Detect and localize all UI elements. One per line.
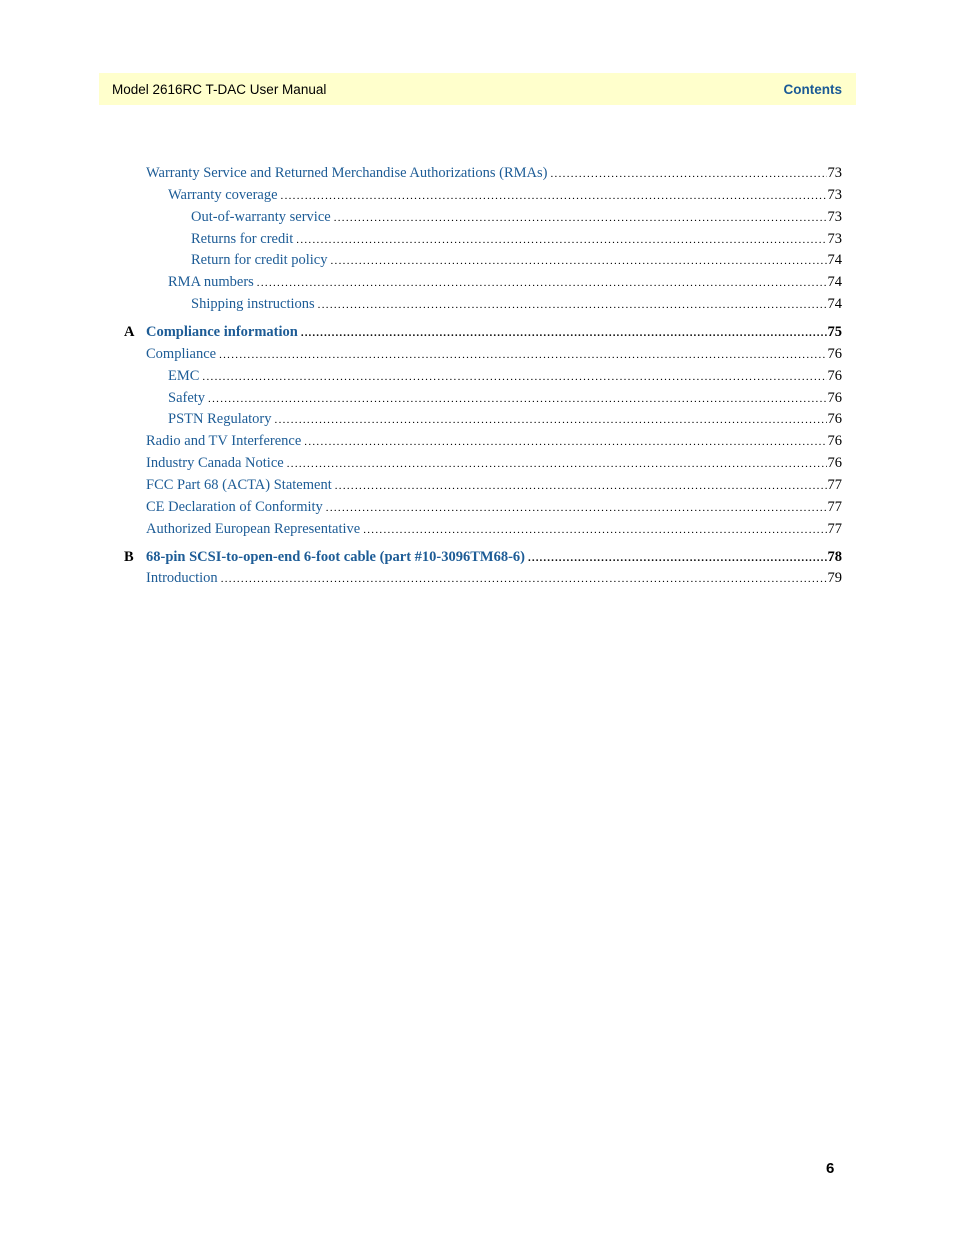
toc-entry-page[interactable]: 76 — [828, 432, 843, 450]
toc-entry-page[interactable]: 73 — [828, 186, 843, 204]
leader-dots: ........................................… — [334, 480, 827, 492]
toc-entry-page[interactable]: 76 — [828, 410, 843, 428]
toc-entry-page[interactable]: 74 — [828, 251, 843, 269]
toc-entry[interactable]: Industry Canada Notice .................… — [146, 454, 842, 473]
toc-entry-label[interactable]: Introduction — [146, 569, 218, 587]
toc-entry-page[interactable]: 73 — [828, 208, 843, 226]
toc-entry[interactable]: Safety .................................… — [168, 389, 842, 408]
toc-entry-page[interactable]: 73 — [828, 164, 843, 182]
toc-entry[interactable]: Warranty Service and Returned Merchandis… — [146, 164, 842, 183]
leader-dots: ........................................… — [202, 371, 827, 383]
leader-dots: ........................................… — [280, 190, 827, 202]
toc-entry[interactable]: Shipping instructions ..................… — [191, 295, 842, 314]
toc-entry[interactable]: Returns for credit .....................… — [191, 230, 842, 249]
appendix-letter: A — [124, 324, 135, 340]
leader-dots: ........................................… — [219, 349, 827, 361]
toc-entry[interactable]: Return for credit policy ...............… — [191, 251, 842, 270]
toc-entry[interactable]: EMC ....................................… — [168, 367, 842, 386]
toc-entry-label[interactable]: Out-of-warranty service — [191, 208, 331, 226]
toc-entry-page[interactable]: 78 — [828, 548, 843, 566]
leader-dots: ........................................… — [296, 234, 827, 246]
leader-dots: ........................................… — [550, 168, 827, 180]
toc-entry-label[interactable]: Safety — [168, 389, 205, 407]
leader-dots: ........................................… — [330, 255, 827, 267]
toc-entry-page[interactable]: 79 — [828, 569, 843, 587]
toc-entry-page[interactable]: 76 — [828, 454, 843, 472]
leader-dots: ........................................… — [286, 458, 827, 470]
toc-entry-page[interactable]: 77 — [828, 520, 843, 538]
running-header: Model 2616RC T-DAC User Manual Contents — [99, 73, 856, 105]
toc-entry[interactable]: FCC Part 68 (ACTA) Statement ...........… — [146, 476, 842, 495]
toc-entry-page[interactable]: 73 — [828, 230, 843, 248]
toc-entry-label[interactable]: PSTN Regulatory — [168, 410, 272, 428]
page-number: 6 — [826, 1160, 835, 1177]
toc-entry-page[interactable]: 76 — [828, 367, 843, 385]
toc-entry[interactable]: PSTN Regulatory ........................… — [168, 410, 842, 429]
toc-entry-page[interactable]: 74 — [828, 295, 843, 313]
leader-dots: ........................................… — [208, 393, 827, 405]
toc-entry[interactable]: Introduction ...........................… — [146, 569, 842, 588]
toc-entry-page[interactable]: 75 — [828, 323, 843, 341]
toc-entry[interactable]: RMA numbers ............................… — [168, 273, 842, 292]
leader-dots: ........................................… — [528, 552, 827, 564]
toc-appendix-entry[interactable]: Compliance information .................… — [146, 323, 842, 342]
toc-entry[interactable]: Warranty coverage ......................… — [168, 186, 842, 205]
toc-entry-page[interactable]: 77 — [828, 476, 843, 494]
section-name: Contents — [783, 81, 843, 97]
leader-dots: ........................................… — [317, 299, 827, 311]
leader-dots: ........................................… — [325, 502, 827, 514]
appendix-letter: B — [124, 549, 134, 565]
toc-entry-page[interactable]: 74 — [828, 273, 843, 291]
toc-entry-label[interactable]: Return for credit policy — [191, 251, 328, 269]
leader-dots: ........................................… — [363, 524, 827, 536]
toc-entry-label[interactable]: Compliance information — [146, 323, 298, 341]
toc-entry-label[interactable]: Industry Canada Notice — [146, 454, 284, 472]
toc-entry-label[interactable]: Shipping instructions — [191, 295, 315, 313]
toc-entry-label[interactable]: Warranty coverage — [168, 186, 278, 204]
toc-entry[interactable]: Compliance .............................… — [146, 345, 842, 364]
leader-dots: ........................................… — [256, 277, 827, 289]
toc-entry-page[interactable]: 76 — [828, 345, 843, 363]
toc-appendix-entry[interactable]: 68-pin SCSI-to-open-end 6-foot cable (pa… — [146, 548, 842, 567]
toc-entry-label[interactable]: Warranty Service and Returned Merchandis… — [146, 164, 548, 182]
toc-entry-label[interactable]: CE Declaration of Conformity — [146, 498, 323, 516]
leader-dots: ........................................… — [304, 436, 827, 448]
toc-entry[interactable]: Radio and TV Interference ..............… — [146, 432, 842, 451]
toc-entry[interactable]: CE Declaration of Conformity ...........… — [146, 498, 842, 517]
manual-title: Model 2616RC T-DAC User Manual — [112, 81, 327, 97]
toc-entry-label[interactable]: Radio and TV Interference — [146, 432, 301, 450]
toc-entry-page[interactable]: 77 — [828, 498, 843, 516]
leader-dots: ........................................… — [300, 327, 827, 339]
toc-entry-label[interactable]: RMA numbers — [168, 273, 254, 291]
leader-dots: ........................................… — [274, 414, 827, 426]
toc-entry[interactable]: Out-of-warranty service ................… — [191, 208, 842, 227]
toc-entry-label[interactable]: Returns for credit — [191, 230, 293, 248]
toc-entry-label[interactable]: 68-pin SCSI-to-open-end 6-foot cable (pa… — [146, 548, 525, 566]
toc-entry-page[interactable]: 76 — [828, 389, 843, 407]
toc-entry-label[interactable]: Authorized European Representative — [146, 520, 360, 538]
toc-entry[interactable]: Authorized European Representative .....… — [146, 520, 842, 539]
leader-dots: ........................................… — [220, 573, 827, 585]
toc-entry-label[interactable]: EMC — [168, 367, 199, 385]
leader-dots: ........................................… — [333, 212, 827, 224]
toc-entry-label[interactable]: Compliance — [146, 345, 216, 363]
toc-entry-label[interactable]: FCC Part 68 (ACTA) Statement — [146, 476, 332, 494]
